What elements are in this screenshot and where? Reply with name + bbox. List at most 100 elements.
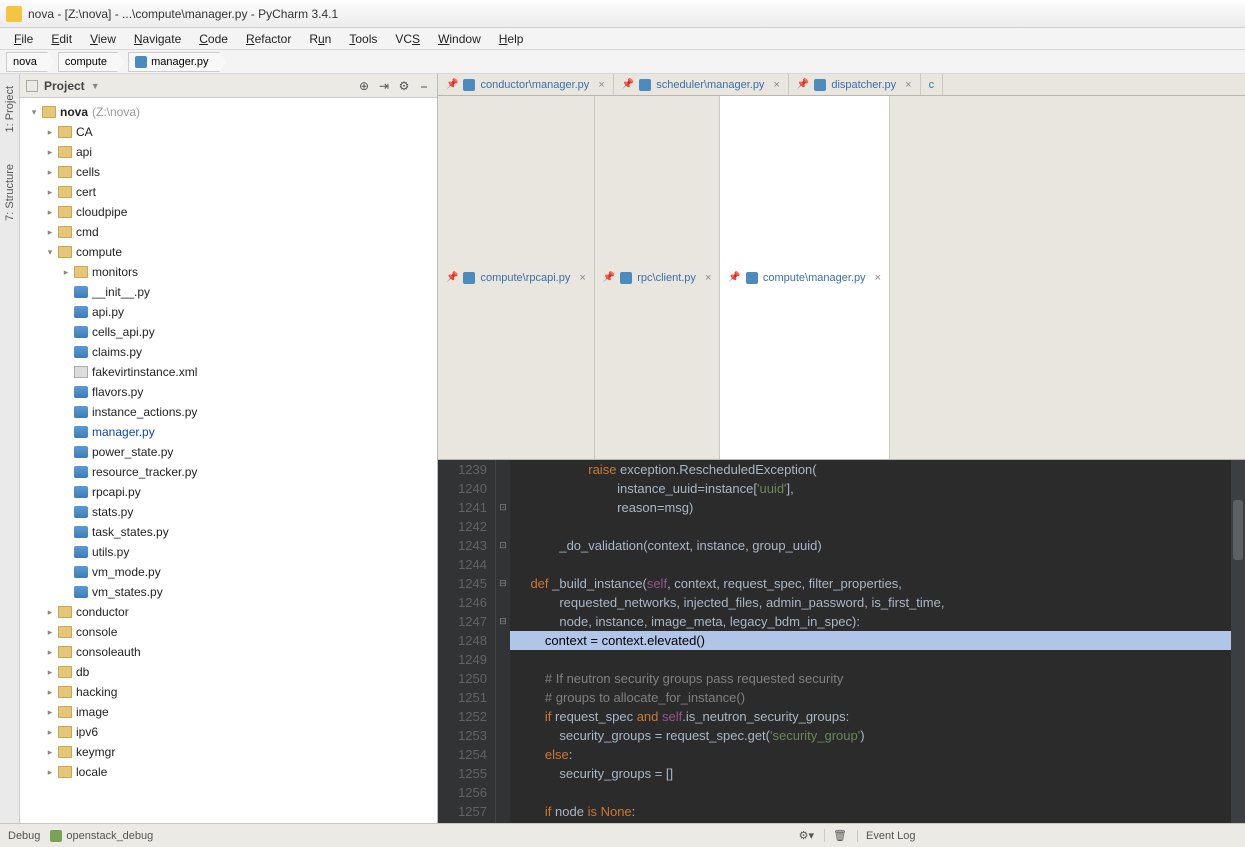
fold-marker[interactable] [496,650,510,669]
tree-item-ipv6[interactable]: ▸ipv6 [20,722,437,742]
fold-marker[interactable] [496,460,510,479]
tree-item-vm-mode-py[interactable]: vm_mode.py [20,562,437,582]
fold-marker[interactable]: ⊡ [496,536,510,555]
fold-marker[interactable] [496,517,510,536]
menu-vcs[interactable]: VCS [387,30,428,48]
close-tab-icon[interactable]: × [579,272,585,284]
close-tab-icon[interactable]: × [773,79,779,91]
code-line[interactable]: if node is None: [510,802,1231,821]
menu-edit[interactable]: Edit [43,30,80,48]
tree-toggle-icon[interactable]: ▸ [44,767,56,778]
gear-icon[interactable]: ⚙ [397,79,411,93]
tree-item-api[interactable]: ▸api [20,142,437,162]
tree-item-task-states-py[interactable]: task_states.py [20,522,437,542]
editor-tab-conductor-manager-py[interactable]: 📌conductor\manager.py× [438,74,614,95]
tree-item-flavors-py[interactable]: flavors.py [20,382,437,402]
fold-marker[interactable]: ⊟ [496,574,510,593]
tree-item-claims-py[interactable]: claims.py [20,342,437,362]
code-line[interactable]: node, instance, image_meta, legacy_bdm_i… [510,612,1231,631]
status-settings-icon[interactable]: ⚙▾ [799,829,814,842]
tree-item-cmd[interactable]: ▸cmd [20,222,437,242]
close-tab-icon[interactable]: × [598,79,604,91]
tree-toggle-icon[interactable]: ▾ [28,107,40,118]
tree-item-keymgr[interactable]: ▸keymgr [20,742,437,762]
tree-item-power-state-py[interactable]: power_state.py [20,442,437,462]
menu-file[interactable]: File [6,30,41,48]
tree-item-db[interactable]: ▸db [20,662,437,682]
tree-item-rpcapi-py[interactable]: rpcapi.py [20,482,437,502]
tree-item-nova[interactable]: ▾nova(Z:\nova) [20,102,437,122]
code-line[interactable]: security_groups = request_spec.get('secu… [510,726,1231,745]
tree-toggle-icon[interactable]: ▸ [44,647,56,658]
tree-toggle-icon[interactable]: ▸ [44,187,56,198]
fold-marker[interactable] [496,764,510,783]
tree-item-image[interactable]: ▸image [20,702,437,722]
tree-item-cells-api-py[interactable]: cells_api.py [20,322,437,342]
close-tab-icon[interactable]: × [875,272,881,284]
tree-item-api-py[interactable]: api.py [20,302,437,322]
tree-item---init---py[interactable]: __init__.py [20,282,437,302]
code-line[interactable]: instance_uuid=instance['uuid'], [510,479,1231,498]
tree-item-stats-py[interactable]: stats.py [20,502,437,522]
menu-window[interactable]: Window [430,30,489,48]
editor-tab-compute-rpcapi-py[interactable]: 📌compute\rpcapi.py× [438,96,595,459]
crumb-compute[interactable]: compute [58,52,118,72]
tree-item-vm-states-py[interactable]: vm_states.py [20,582,437,602]
fold-marker[interactable]: ⊟ [496,612,510,631]
close-tab-icon[interactable]: × [905,79,911,91]
code-line[interactable]: requested_networks, injected_files, admi… [510,593,1231,612]
menu-refactor[interactable]: Refactor [238,30,299,48]
menu-view[interactable]: View [82,30,124,48]
project-combo-icon[interactable] [26,80,38,92]
tree-item-manager-py[interactable]: manager.py [20,422,437,442]
crumb-nova[interactable]: nova [6,52,48,72]
menu-help[interactable]: Help [491,30,532,48]
code-line[interactable]: node = self.driver.get_available_nodes(r… [510,821,1231,823]
tree-toggle-icon[interactable]: ▸ [44,147,56,158]
fold-marker[interactable] [496,745,510,764]
crumb-manager[interactable]: manager.py [128,52,219,72]
code-line[interactable]: # If neutron security groups pass reques… [510,669,1231,688]
tree-item-utils-py[interactable]: utils.py [20,542,437,562]
editor-tab-compute-manager-py[interactable]: 📌compute\manager.py× [720,96,890,459]
fold-marker[interactable] [496,669,510,688]
code-line[interactable]: if request_spec and self.is_neutron_secu… [510,707,1231,726]
tree-toggle-icon[interactable]: ▾ [44,247,56,258]
fold-marker[interactable]: ⊡ [496,498,510,517]
close-tab-icon[interactable]: × [705,272,711,284]
code-line[interactable] [510,650,1231,669]
tree-toggle-icon[interactable]: ▸ [44,667,56,678]
tree-toggle-icon[interactable]: ▸ [44,627,56,638]
project-tree[interactable]: ▾nova(Z:\nova)▸CA▸api▸cells▸cert▸cloudpi… [20,98,437,823]
tree-toggle-icon[interactable]: ▸ [44,687,56,698]
fold-gutter[interactable]: ⊡ ⊡ ⊟ ⊟ [496,460,510,823]
tree-item-instance-actions-py[interactable]: instance_actions.py [20,402,437,422]
tree-item-compute[interactable]: ▾compute [20,242,437,262]
fold-marker[interactable] [496,783,510,802]
code-line[interactable]: context = context.elevated() [510,631,1231,650]
collapse-icon[interactable]: ⇥ [377,79,391,93]
menu-navigate[interactable]: Navigate [126,30,189,48]
hide-icon[interactable]: ⎯ [417,79,431,93]
code-line[interactable] [510,555,1231,574]
fold-marker[interactable] [496,802,510,821]
tree-toggle-icon[interactable]: ▸ [60,267,72,278]
editor-tab-dispatcher-py[interactable]: 📌dispatcher.py× [789,74,921,95]
tree-item-consoleauth[interactable]: ▸consoleauth [20,642,437,662]
fold-marker[interactable] [496,555,510,574]
tree-toggle-icon[interactable]: ▸ [44,607,56,618]
tab-project-tool[interactable]: 1: Project [3,80,17,138]
tree-item-conductor[interactable]: ▸conductor [20,602,437,622]
tree-toggle-icon[interactable]: ▸ [44,207,56,218]
scrollbar-thumb[interactable] [1233,500,1243,560]
fold-marker[interactable] [496,593,510,612]
tree-item-cells[interactable]: ▸cells [20,162,437,182]
status-debug[interactable]: Debug [8,830,40,842]
scroll-target-icon[interactable]: ⊕ [357,79,371,93]
editor-tab-c[interactable]: c [921,74,944,95]
menu-code[interactable]: Code [191,30,236,48]
code-line[interactable] [510,783,1231,802]
code-line[interactable]: # groups to allocate_for_instance() [510,688,1231,707]
tree-item-monitors[interactable]: ▸monitors [20,262,437,282]
status-trash-icon[interactable]: 🗑 [824,829,847,842]
